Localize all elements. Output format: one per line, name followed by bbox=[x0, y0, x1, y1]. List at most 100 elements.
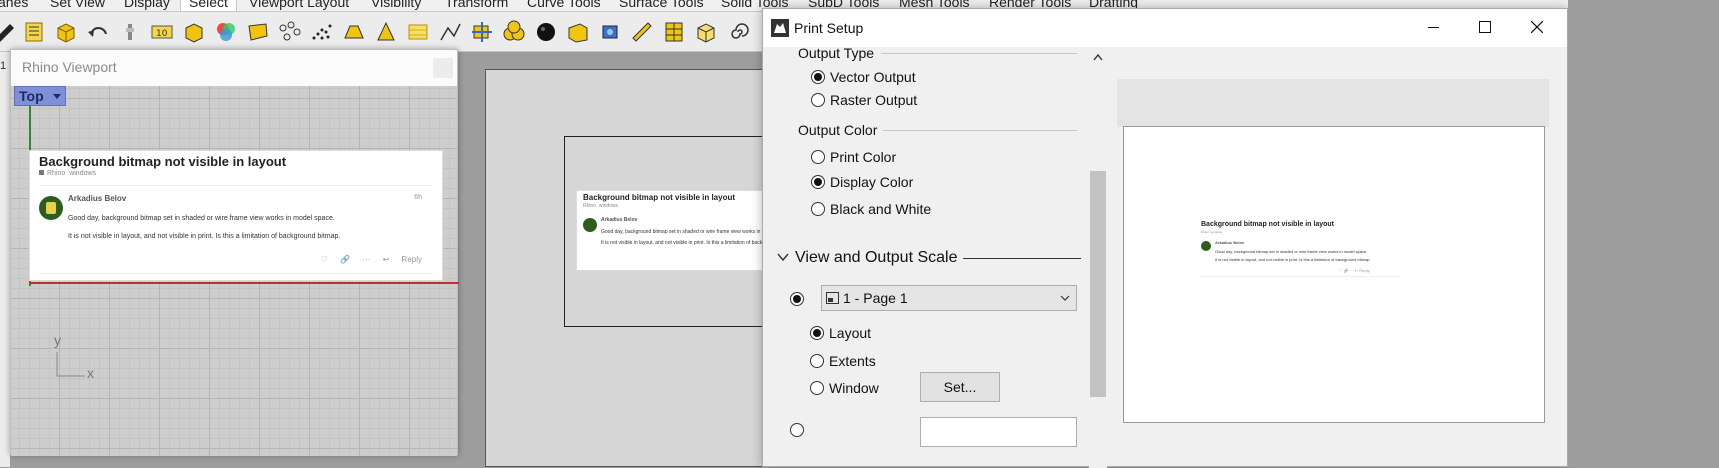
radio-window[interactable]: Window bbox=[810, 379, 910, 399]
radio-button[interactable] bbox=[811, 70, 825, 84]
svg-text:10: 10 bbox=[156, 29, 168, 39]
workspace-background bbox=[1568, 0, 1719, 467]
radio-button[interactable] bbox=[810, 354, 824, 368]
radio-display-color[interactable]: Display Color bbox=[811, 173, 1011, 193]
surface-select-icon[interactable] bbox=[406, 20, 430, 44]
hatch-select-icon[interactable] bbox=[662, 20, 686, 44]
view-name-button[interactable]: Top bbox=[14, 86, 66, 106]
layout-forum-post: Background bitmap not visible in layout … bbox=[576, 190, 796, 271]
tab-select[interactable]: Select bbox=[180, 0, 237, 11]
radio-black-and-white[interactable]: Black and White bbox=[811, 200, 1011, 220]
dimension-select-icon[interactable] bbox=[630, 20, 654, 44]
link-icon[interactable]: 🔗 bbox=[340, 255, 350, 264]
lamp-icon[interactable] bbox=[118, 20, 142, 44]
radio-button[interactable] bbox=[810, 381, 824, 395]
set-window-button[interactable]: Set... bbox=[920, 372, 1000, 402]
avatar bbox=[583, 218, 597, 232]
radio-label: Print Color bbox=[830, 149, 897, 165]
post-body-line: It is not visible in layout, and not vis… bbox=[68, 233, 341, 240]
tab-curve-tools[interactable]: Curve Tools bbox=[527, 0, 601, 10]
radio-button[interactable] bbox=[790, 292, 804, 306]
chevron-down-icon[interactable] bbox=[777, 251, 789, 263]
mesh-select-icon[interactable] bbox=[246, 20, 270, 44]
radio-label: Vector Output bbox=[830, 69, 916, 85]
radio-page-select[interactable] bbox=[790, 290, 810, 310]
axes-gizmo: y x bbox=[49, 332, 119, 390]
post-title: Background bitmap not visible in layout bbox=[39, 154, 287, 169]
minimize-button[interactable] bbox=[1407, 9, 1459, 47]
label-select-icon[interactable]: 10 bbox=[150, 20, 174, 44]
radio-button[interactable] bbox=[790, 423, 804, 437]
tab-panes[interactable]: anes bbox=[0, 0, 28, 10]
post-title: Background bitmap not visible in layout bbox=[583, 193, 736, 202]
post-actions: ♡ 🔗 ··· ↩ Reply bbox=[1339, 268, 1370, 273]
tab-display[interactable]: Display bbox=[124, 0, 170, 10]
radio-vector-output[interactable]: Vector Output bbox=[811, 68, 1011, 88]
radio-label: Layout bbox=[829, 325, 872, 341]
tab-set-view[interactable]: Set View bbox=[50, 0, 105, 10]
post-author: Arkadius Belov bbox=[1215, 240, 1245, 245]
post-body-line: It is not visible in layout, and not vis… bbox=[1215, 257, 1371, 262]
tab-viewport-layout[interactable]: Viewport Layout bbox=[249, 0, 349, 10]
color-wheel-icon[interactable] bbox=[214, 20, 238, 44]
radio-label: Black and White bbox=[830, 201, 932, 217]
move-select-icon[interactable] bbox=[470, 20, 494, 44]
spiral-select-icon[interactable] bbox=[726, 20, 750, 44]
page-select-value: 1 - Page 1 bbox=[843, 290, 908, 306]
polyline-select-icon[interactable] bbox=[438, 20, 462, 44]
undo-icon[interactable] bbox=[86, 20, 110, 44]
post-time: 6h bbox=[414, 194, 422, 201]
avatar bbox=[1201, 241, 1211, 251]
radio-label: Extents bbox=[829, 353, 876, 369]
chevron-down-icon[interactable] bbox=[53, 94, 61, 99]
settings-scrollbar[interactable] bbox=[1089, 47, 1107, 468]
view-scale-heading[interactable]: View and Output Scale bbox=[795, 249, 957, 267]
scrollbar-thumb[interactable] bbox=[1090, 171, 1106, 397]
control-points-icon[interactable] bbox=[278, 20, 302, 44]
radio-extents[interactable]: Extents bbox=[810, 352, 1010, 372]
chevron-up-icon[interactable] bbox=[1093, 53, 1103, 61]
select-toolbar: 10 bbox=[0, 12, 835, 52]
camera-select-icon[interactable] bbox=[598, 20, 622, 44]
radio-layout[interactable]: Layout bbox=[810, 324, 1010, 344]
dialog-titlebar[interactable]: Print Setup bbox=[763, 9, 1567, 47]
tab-visibility[interactable]: Visibility bbox=[371, 0, 421, 10]
multiple-input-field[interactable] bbox=[920, 417, 1077, 447]
radio-multiple[interactable] bbox=[790, 421, 810, 441]
point-cloud-icon[interactable] bbox=[310, 20, 334, 44]
cone-select-icon[interactable] bbox=[374, 20, 398, 44]
radio-button[interactable] bbox=[811, 175, 825, 189]
box-3d-select-icon[interactable] bbox=[694, 20, 718, 44]
radio-button[interactable] bbox=[811, 93, 825, 107]
maximize-button[interactable] bbox=[1459, 9, 1511, 47]
pencil-icon[interactable] bbox=[0, 20, 16, 44]
heart-icon[interactable]: ♡ bbox=[321, 255, 328, 264]
group-select-icon[interactable] bbox=[502, 20, 526, 44]
radio-button[interactable] bbox=[811, 202, 825, 216]
tab-surface-tools[interactable]: Surface Tools bbox=[619, 0, 704, 10]
divider bbox=[39, 185, 433, 186]
viewport-titlebar[interactable]: Rhino Viewport bbox=[11, 50, 457, 86]
cube-select-icon[interactable] bbox=[182, 20, 206, 44]
solid-select-icon[interactable] bbox=[342, 20, 366, 44]
post-actions: ♡ 🔗 ··· ↩ Reply bbox=[311, 255, 422, 264]
more-icon[interactable]: ··· bbox=[362, 255, 370, 264]
radio-button[interactable] bbox=[810, 326, 824, 340]
block-select-icon[interactable] bbox=[566, 20, 590, 44]
divider bbox=[1201, 276, 1401, 277]
sphere-select-icon[interactable] bbox=[534, 20, 558, 44]
box-select-icon[interactable] bbox=[54, 20, 78, 44]
radio-print-color[interactable]: Print Color bbox=[811, 148, 1011, 168]
viewport-close-button[interactable] bbox=[433, 58, 453, 78]
radio-raster-output[interactable]: Raster Output bbox=[811, 91, 1011, 111]
radio-button[interactable] bbox=[811, 150, 825, 164]
preview-toolbar-area bbox=[1117, 79, 1549, 127]
page-select-dropdown[interactable]: 1 - Page 1 bbox=[821, 285, 1077, 311]
close-button[interactable] bbox=[1511, 9, 1563, 47]
page-icon bbox=[826, 292, 839, 304]
list-icon[interactable] bbox=[22, 20, 46, 44]
reply-button[interactable]: ↩ Reply bbox=[383, 255, 422, 264]
output-type-heading: Output Type bbox=[798, 45, 875, 61]
axis-x-label: x bbox=[87, 365, 94, 381]
tab-transform[interactable]: Transform bbox=[445, 0, 508, 10]
